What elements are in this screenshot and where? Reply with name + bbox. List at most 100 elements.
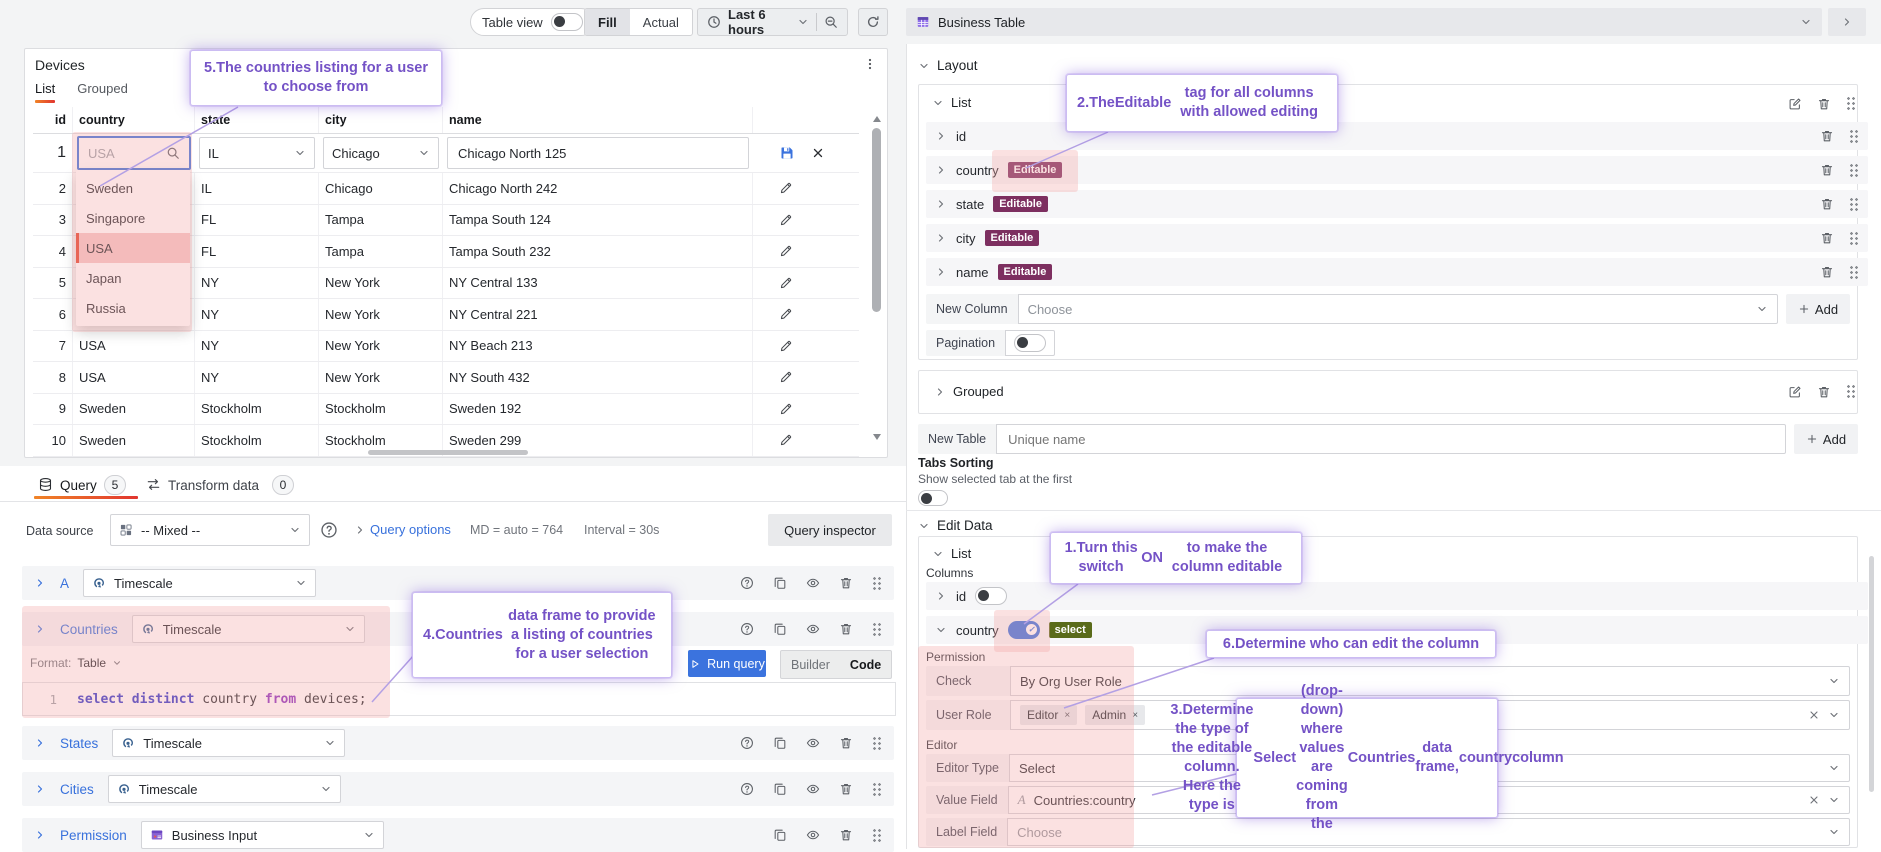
name-input[interactable] bbox=[456, 145, 740, 162]
tab-query[interactable]: Query bbox=[60, 478, 97, 493]
zoom-out-icon[interactable] bbox=[824, 15, 838, 29]
section-edit-data[interactable]: Edit Data bbox=[918, 518, 993, 533]
country-search-input[interactable] bbox=[86, 145, 162, 162]
edit-row-icon[interactable] bbox=[779, 244, 793, 258]
city-select[interactable]: Chicago bbox=[323, 137, 439, 169]
drag-handle-icon[interactable] bbox=[1849, 197, 1859, 212]
drag-handle-icon[interactable] bbox=[1849, 129, 1859, 144]
panel-menu-icon[interactable] bbox=[863, 57, 877, 71]
rename-table-icon[interactable] bbox=[1788, 97, 1802, 111]
delete-table-icon[interactable] bbox=[1817, 385, 1831, 399]
actual-option[interactable]: Actual bbox=[630, 9, 692, 35]
dropdown-option[interactable]: Japan bbox=[76, 263, 190, 293]
layout-column-city[interactable]: city Editable bbox=[926, 224, 1868, 252]
clear-icon[interactable] bbox=[1808, 794, 1820, 806]
tab-transform-data[interactable]: Transform data bbox=[168, 478, 259, 493]
role-tag-editor[interactable]: Editor × bbox=[1020, 705, 1077, 725]
query-datasource-select[interactable]: Timescale bbox=[83, 569, 316, 597]
layout-list-header[interactable]: List bbox=[932, 95, 971, 110]
hide-response-icon[interactable] bbox=[806, 576, 820, 590]
time-range-control[interactable]: Last 6 hours bbox=[697, 8, 848, 36]
query-datasource-select[interactable]: Timescale bbox=[132, 615, 365, 643]
section-layout[interactable]: Layout bbox=[918, 58, 978, 73]
delete-column-icon[interactable] bbox=[1820, 197, 1834, 211]
drag-handle-icon[interactable] bbox=[1846, 384, 1856, 399]
col-header-name[interactable]: name bbox=[443, 107, 753, 133]
col-header-city[interactable]: city bbox=[319, 107, 443, 133]
scroll-up-arrow[interactable] bbox=[873, 116, 881, 122]
sql-editor[interactable]: 1 select distinct country from devices; bbox=[22, 682, 896, 716]
help-icon[interactable] bbox=[740, 736, 754, 750]
edit-row-icon[interactable] bbox=[779, 181, 793, 195]
code-option[interactable]: Code bbox=[840, 658, 891, 672]
delete-column-icon[interactable] bbox=[1820, 163, 1834, 177]
drag-handle-icon[interactable] bbox=[1849, 265, 1859, 280]
duplicate-icon[interactable] bbox=[773, 782, 787, 796]
query-name[interactable]: Cities bbox=[60, 782, 94, 797]
query-datasource-select[interactable]: Business Input bbox=[141, 821, 384, 849]
builder-option[interactable]: Builder bbox=[781, 658, 840, 672]
add-column-button[interactable]: Add bbox=[1786, 294, 1850, 324]
label-field-select[interactable]: Choose bbox=[1007, 818, 1850, 846]
datasource-help-icon[interactable] bbox=[320, 521, 338, 539]
delete-query-icon[interactable] bbox=[839, 736, 853, 750]
hide-response-icon[interactable] bbox=[806, 828, 820, 842]
duplicate-icon[interactable] bbox=[773, 622, 787, 636]
format-value[interactable]: Table bbox=[77, 656, 106, 670]
chevron-right-icon[interactable] bbox=[34, 737, 46, 749]
hide-response-icon[interactable] bbox=[806, 622, 820, 636]
help-icon[interactable] bbox=[740, 576, 754, 590]
query-name[interactable]: Permission bbox=[60, 828, 127, 843]
fill-option[interactable]: Fill bbox=[585, 9, 630, 35]
edit-row-icon[interactable] bbox=[779, 402, 793, 416]
drag-handle-icon[interactable] bbox=[1849, 163, 1859, 178]
pagination-toggle[interactable] bbox=[1014, 334, 1046, 352]
add-table-button[interactable]: Add bbox=[1794, 424, 1858, 454]
edit-row-icon[interactable] bbox=[779, 307, 793, 321]
hide-response-icon[interactable] bbox=[806, 736, 820, 750]
delete-column-icon[interactable] bbox=[1820, 129, 1834, 143]
col-header-state[interactable]: state bbox=[195, 107, 319, 133]
rename-table-icon[interactable] bbox=[1788, 385, 1802, 399]
vertical-scrollbar[interactable] bbox=[872, 128, 881, 312]
new-column-select[interactable]: Choose bbox=[1018, 294, 1778, 324]
help-icon[interactable] bbox=[740, 782, 754, 796]
duplicate-icon[interactable] bbox=[773, 576, 787, 590]
dropdown-option[interactable]: Russia bbox=[76, 293, 190, 323]
layout-grouped-header[interactable]: Grouped bbox=[934, 384, 1004, 399]
table-view-toggle[interactable] bbox=[551, 13, 583, 31]
visualization-picker[interactable]: Business Table bbox=[906, 8, 1822, 36]
new-table-input[interactable] bbox=[1006, 431, 1776, 448]
refresh-button[interactable] bbox=[858, 8, 888, 36]
chevron-right-icon[interactable] bbox=[34, 829, 46, 841]
tab-list[interactable]: List bbox=[35, 81, 55, 103]
drag-handle-icon[interactable] bbox=[872, 782, 882, 797]
query-options-link[interactable]: Query options bbox=[370, 522, 451, 537]
delete-table-icon[interactable] bbox=[1817, 97, 1831, 111]
query-datasource-select[interactable]: Timescale bbox=[108, 775, 341, 803]
edit-row-icon[interactable] bbox=[779, 213, 793, 227]
tabs-sorting-toggle[interactable] bbox=[918, 490, 948, 506]
drag-handle-icon[interactable] bbox=[872, 622, 882, 637]
drag-handle-icon[interactable] bbox=[872, 736, 882, 751]
layout-column-state[interactable]: state Editable bbox=[926, 190, 1868, 218]
layout-column-country[interactable]: country Editable bbox=[926, 156, 1868, 184]
run-query-button[interactable]: Run query bbox=[688, 650, 766, 677]
datasource-select[interactable]: -- Mixed -- bbox=[110, 514, 310, 546]
delete-column-icon[interactable] bbox=[1820, 231, 1834, 245]
dropdown-option[interactable]: Singapore bbox=[76, 203, 190, 233]
query-name[interactable]: A bbox=[60, 576, 69, 591]
query-inspector-button[interactable]: Query inspector bbox=[768, 514, 892, 546]
query-name[interactable]: States bbox=[60, 736, 98, 751]
tab-grouped[interactable]: Grouped bbox=[77, 81, 128, 103]
delete-column-icon[interactable] bbox=[1820, 265, 1834, 279]
state-select[interactable]: IL bbox=[199, 137, 315, 169]
edit-data-list-header[interactable]: List bbox=[932, 546, 971, 561]
chevron-right-icon[interactable] bbox=[34, 577, 46, 589]
col-header-country[interactable]: country bbox=[73, 107, 195, 133]
duplicate-icon[interactable] bbox=[773, 736, 787, 750]
collapse-pane-button[interactable] bbox=[1828, 8, 1866, 36]
delete-query-icon[interactable] bbox=[839, 622, 853, 636]
query-datasource-select[interactable]: Timescale bbox=[112, 729, 345, 757]
chevron-right-icon[interactable] bbox=[34, 623, 46, 635]
